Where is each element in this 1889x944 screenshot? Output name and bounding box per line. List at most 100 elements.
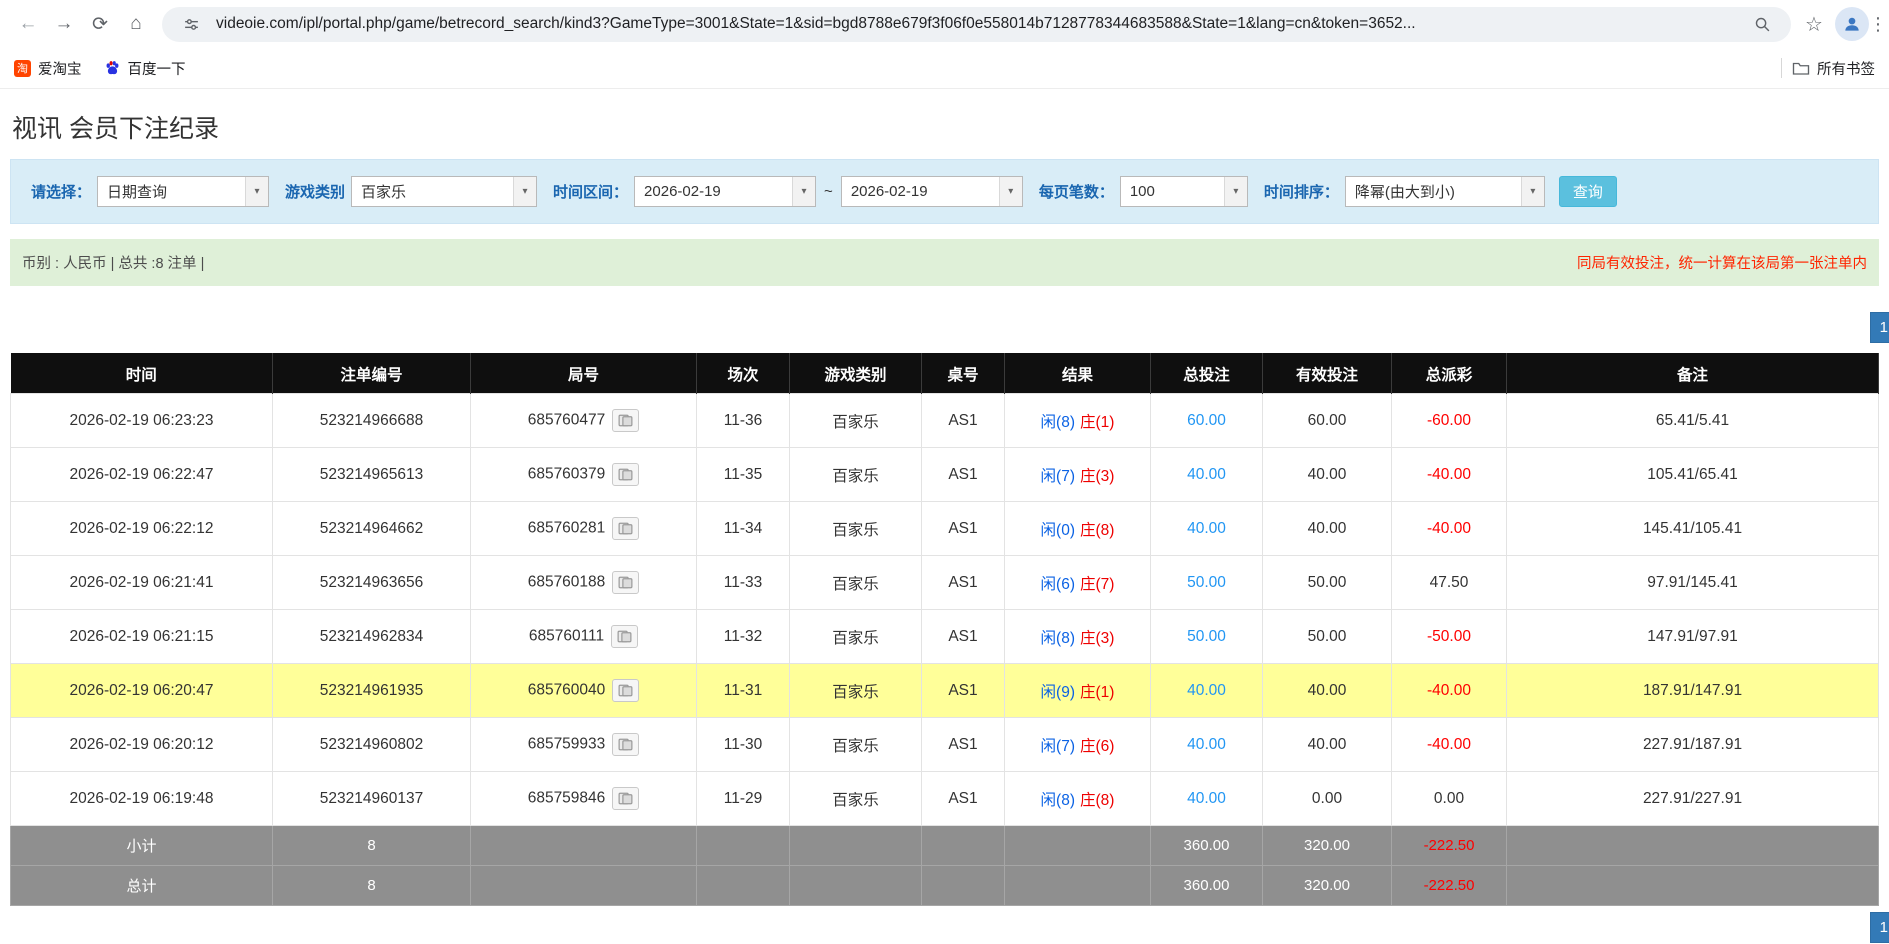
- view-cards-icon[interactable]: [611, 625, 638, 648]
- total-bet[interactable]: 50.00: [1151, 556, 1263, 610]
- chevron-down-icon[interactable]: ▾: [792, 177, 815, 206]
- chevron-down-icon[interactable]: ▾: [245, 177, 268, 206]
- column-header: 场次: [697, 354, 790, 394]
- back-icon[interactable]: ←: [10, 6, 46, 42]
- total-bet[interactable]: 60.00: [1151, 394, 1263, 448]
- result-player: 闲(7): [1041, 468, 1075, 485]
- game-type: 百家乐: [790, 448, 922, 502]
- view-cards-icon[interactable]: [612, 571, 639, 594]
- total-bet[interactable]: 40.00: [1151, 502, 1263, 556]
- round-id: 685760188: [528, 574, 606, 591]
- grand-total-payout: -222.50: [1392, 866, 1507, 906]
- search-button[interactable]: 查询: [1559, 176, 1617, 207]
- result-cell: 闲(8)庄(3): [1005, 610, 1151, 664]
- chevron-down-icon[interactable]: ▾: [513, 177, 536, 206]
- bookmark-star-icon[interactable]: ☆: [1799, 9, 1829, 39]
- view-cards-icon[interactable]: [612, 787, 639, 810]
- chevron-down-icon[interactable]: ▾: [1521, 177, 1544, 206]
- subtotal-label: 小计: [11, 826, 273, 866]
- total-bet[interactable]: 40.00: [1151, 664, 1263, 718]
- view-cards-icon[interactable]: [612, 733, 639, 756]
- table-number: AS1: [922, 610, 1005, 664]
- chevron-down-icon[interactable]: ▾: [1224, 177, 1247, 206]
- session: 11-34: [697, 502, 790, 556]
- total-bet[interactable]: 40.00: [1151, 718, 1263, 772]
- date-from-input[interactable]: 2026-02-19 ▾: [634, 176, 816, 207]
- game-type-select[interactable]: 百家乐 ▾: [351, 176, 537, 207]
- sort-label: 时间排序：: [1264, 181, 1339, 202]
- result-cell: 闲(0)庄(8): [1005, 502, 1151, 556]
- reload-icon[interactable]: ⟳: [82, 6, 118, 42]
- view-cards-icon[interactable]: [612, 679, 639, 702]
- query-type-select[interactable]: 日期查询 ▾: [97, 176, 269, 207]
- folder-icon: [1792, 60, 1810, 76]
- page-button[interactable]: 1: [1870, 912, 1889, 943]
- bet-id: 523214965613: [273, 448, 471, 502]
- round-cell: 685760281: [471, 502, 697, 556]
- all-bookmarks-label: 所有书签: [1817, 58, 1875, 79]
- page-title: 视讯 会员下注纪录: [12, 109, 1889, 145]
- table-number: AS1: [922, 502, 1005, 556]
- bet-id: 523214964662: [273, 502, 471, 556]
- column-header: 桌号: [922, 354, 1005, 394]
- page-size-select[interactable]: 100 ▾: [1120, 176, 1248, 207]
- bet-time: 2026-02-19 06:23:23: [11, 394, 273, 448]
- date-to-input[interactable]: 2026-02-19 ▾: [841, 176, 1023, 207]
- view-cards-icon[interactable]: [612, 463, 639, 486]
- profile-avatar[interactable]: [1835, 7, 1869, 41]
- bet-id: 523214961935: [273, 664, 471, 718]
- remark: 187.91/147.91: [1507, 664, 1879, 718]
- table-row: 2026-02-19 06:19:48 523214960137 6857598…: [11, 772, 1879, 826]
- valid-bet: 50.00: [1263, 556, 1392, 610]
- sort-select[interactable]: 降幂(由大到小) ▾: [1345, 176, 1545, 207]
- grand-total-count: 8: [273, 866, 471, 906]
- address-bar[interactable]: videoie.com/ipl/portal.php/game/betrecor…: [162, 7, 1791, 42]
- game-type: 百家乐: [790, 502, 922, 556]
- chevron-down-icon[interactable]: ▾: [999, 177, 1022, 206]
- browser-menu-icon[interactable]: ⋮: [1869, 14, 1879, 35]
- result-cell: 闲(9)庄(1): [1005, 664, 1151, 718]
- bet-time: 2026-02-19 06:19:48: [11, 772, 273, 826]
- bookmark-baidu[interactable]: 百度一下: [104, 58, 186, 79]
- result-cell: 闲(7)庄(3): [1005, 448, 1151, 502]
- valid-bet: 40.00: [1263, 448, 1392, 502]
- view-cards-icon[interactable]: [612, 409, 639, 432]
- view-cards-icon[interactable]: [612, 517, 639, 540]
- total-bet[interactable]: 40.00: [1151, 772, 1263, 826]
- valid-bet: 40.00: [1263, 664, 1392, 718]
- remark: 65.41/5.41: [1507, 394, 1879, 448]
- bet-time: 2026-02-19 06:22:47: [11, 448, 273, 502]
- subtotal-payout: -222.50: [1392, 826, 1507, 866]
- round-id: 685759846: [528, 790, 606, 807]
- subtotal-valid-bet: 320.00: [1263, 826, 1392, 866]
- select-label: 请选择：: [31, 181, 91, 202]
- bet-time: 2026-02-19 06:21:15: [11, 610, 273, 664]
- site-settings-icon[interactable]: [176, 9, 206, 39]
- zoom-icon[interactable]: [1747, 9, 1777, 39]
- bookmark-label: 爱淘宝: [38, 58, 82, 79]
- home-icon[interactable]: ⌂: [118, 6, 154, 42]
- url-text[interactable]: videoie.com/ipl/portal.php/game/betrecor…: [216, 15, 1737, 33]
- all-bookmarks[interactable]: 所有书签: [1792, 58, 1875, 79]
- bookmark-label: 百度一下: [128, 58, 186, 79]
- session: 11-35: [697, 448, 790, 502]
- session: 11-33: [697, 556, 790, 610]
- round-id: 685760477: [528, 412, 606, 429]
- page-button[interactable]: 1: [1870, 312, 1889, 343]
- remark: 227.91/187.91: [1507, 718, 1879, 772]
- table-number: AS1: [922, 448, 1005, 502]
- table-number: AS1: [922, 772, 1005, 826]
- table-row: 2026-02-19 06:21:15 523214962834 6857601…: [11, 610, 1879, 664]
- result-banker: 庄(6): [1080, 738, 1114, 755]
- valid-bet: 60.00: [1263, 394, 1392, 448]
- total-bet[interactable]: 40.00: [1151, 448, 1263, 502]
- bookmark-aitaobao[interactable]: 淘 爱淘宝: [14, 58, 82, 79]
- bet-time: 2026-02-19 06:20:47: [11, 664, 273, 718]
- column-header: 时间: [11, 354, 273, 394]
- forward-icon[interactable]: →: [46, 6, 82, 42]
- bet-id: 523214962834: [273, 610, 471, 664]
- remark: 105.41/65.41: [1507, 448, 1879, 502]
- result-player: 闲(8): [1041, 792, 1075, 809]
- round-id: 685760281: [528, 520, 606, 537]
- total-bet[interactable]: 50.00: [1151, 610, 1263, 664]
